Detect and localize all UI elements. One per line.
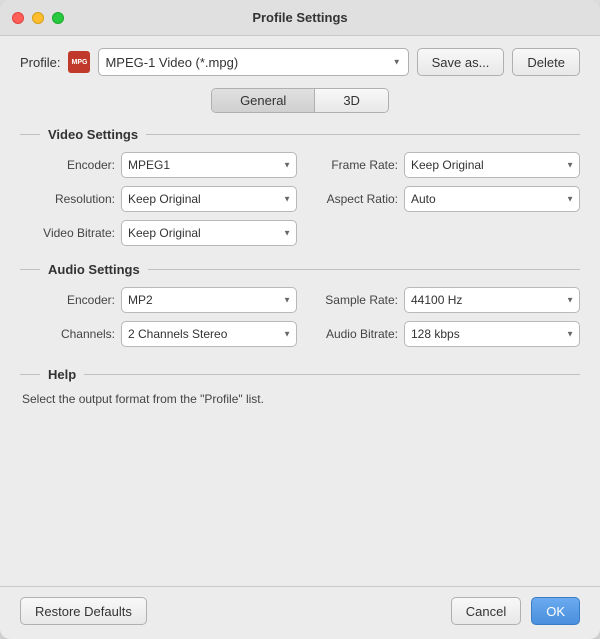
tab-group: General 3D <box>211 88 389 113</box>
audio-encoder-select[interactable]: MP2 MP3 AAC <box>121 287 297 313</box>
cancel-button[interactable]: Cancel <box>451 597 521 625</box>
audio-bitrate-field: Audio Bitrate: 128 kbps 64 kbps 192 kbps… <box>313 321 580 347</box>
aspect-ratio-label: Aspect Ratio: <box>313 192 398 206</box>
help-text: Select the output format from the "Profi… <box>20 392 580 406</box>
audio-settings-section: Audio Settings Encoder: MP2 MP3 AAC <box>20 262 580 347</box>
traffic-lights <box>12 12 64 24</box>
frame-rate-label: Frame Rate: <box>313 158 398 172</box>
help-section: Help Select the output format from the "… <box>20 367 580 574</box>
video-settings-grid: Encoder: MPEG1 MPEG2 MPEG4 H.264 Frame R… <box>20 152 580 246</box>
minimize-button[interactable] <box>32 12 44 24</box>
profile-dropdown-wrapper: MPEG-1 Video (*.mpg) <box>98 48 408 76</box>
footer: Restore Defaults Cancel OK <box>0 586 600 639</box>
window-title: Profile Settings <box>252 10 347 25</box>
frame-rate-select-wrapper: Keep Original 24 fps 25 fps 30 fps <box>404 152 580 178</box>
delete-button[interactable]: Delete <box>512 48 580 76</box>
maximize-button[interactable] <box>52 12 64 24</box>
audio-encoder-label: Encoder: <box>30 293 115 307</box>
aspect-ratio-field: Aspect Ratio: Auto 4:3 16:9 <box>313 186 580 212</box>
resolution-field: Resolution: Keep Original 640x480 1280x7… <box>30 186 297 212</box>
section-line-right <box>146 134 580 135</box>
aspect-ratio-select[interactable]: Auto 4:3 16:9 <box>404 186 580 212</box>
encoder-field: Encoder: MPEG1 MPEG2 MPEG4 H.264 <box>30 152 297 178</box>
encoder-select-wrapper: MPEG1 MPEG2 MPEG4 H.264 <box>121 152 297 178</box>
tab-3d[interactable]: 3D <box>315 89 388 112</box>
resolution-select-wrapper: Keep Original 640x480 1280x720 <box>121 186 297 212</box>
video-bitrate-field: Video Bitrate: Keep Original 500 kbps 10… <box>30 220 297 246</box>
audio-section-line-left <box>20 269 40 270</box>
sample-rate-label: Sample Rate: <box>313 293 398 307</box>
resolution-select[interactable]: Keep Original 640x480 1280x720 <box>121 186 297 212</box>
video-bitrate-select[interactable]: Keep Original 500 kbps 1000 kbps 2000 kb… <box>121 220 297 246</box>
audio-settings-grid: Encoder: MP2 MP3 AAC Sample Rate: 44100 … <box>20 287 580 347</box>
profile-row: Profile: MPG MPEG-1 Video (*.mpg) Save a… <box>20 48 580 76</box>
channels-label: Channels: <box>30 327 115 341</box>
restore-defaults-button[interactable]: Restore Defaults <box>20 597 147 625</box>
audio-encoder-field: Encoder: MP2 MP3 AAC <box>30 287 297 313</box>
content-area: Profile: MPG MPEG-1 Video (*.mpg) Save a… <box>0 36 600 586</box>
sample-rate-field: Sample Rate: 44100 Hz 22050 Hz 48000 Hz <box>313 287 580 313</box>
video-bitrate-label: Video Bitrate: <box>30 226 115 240</box>
empty-cell <box>313 220 580 246</box>
footer-right-buttons: Cancel OK <box>451 597 580 625</box>
ok-button[interactable]: OK <box>531 597 580 625</box>
profile-select[interactable]: MPEG-1 Video (*.mpg) <box>98 48 408 76</box>
tabs-container: General 3D <box>20 88 580 113</box>
help-line-left <box>20 374 40 375</box>
profile-settings-window: Profile Settings Profile: MPG MPEG-1 Vid… <box>0 0 600 639</box>
close-button[interactable] <box>12 12 24 24</box>
title-bar: Profile Settings <box>0 0 600 36</box>
sample-rate-select-wrapper: 44100 Hz 22050 Hz 48000 Hz <box>404 287 580 313</box>
audio-section-line-right <box>148 269 580 270</box>
save-as-button[interactable]: Save as... <box>417 48 505 76</box>
video-settings-title: Video Settings <box>48 127 138 142</box>
resolution-label: Resolution: <box>30 192 115 206</box>
profile-label: Profile: <box>20 55 60 70</box>
video-bitrate-select-wrapper: Keep Original 500 kbps 1000 kbps 2000 kb… <box>121 220 297 246</box>
audio-settings-title: Audio Settings <box>48 262 140 277</box>
encoder-select[interactable]: MPEG1 MPEG2 MPEG4 H.264 <box>121 152 297 178</box>
aspect-ratio-select-wrapper: Auto 4:3 16:9 <box>404 186 580 212</box>
profile-icon: MPG <box>68 51 90 73</box>
channels-field: Channels: 2 Channels Stereo 1 Channel Mo… <box>30 321 297 347</box>
help-header: Help <box>20 367 580 382</box>
tab-general[interactable]: General <box>212 89 315 112</box>
frame-rate-field: Frame Rate: Keep Original 24 fps 25 fps … <box>313 152 580 178</box>
frame-rate-select[interactable]: Keep Original 24 fps 25 fps 30 fps <box>404 152 580 178</box>
sample-rate-select[interactable]: 44100 Hz 22050 Hz 48000 Hz <box>404 287 580 313</box>
audio-bitrate-select-wrapper: 128 kbps 64 kbps 192 kbps 256 kbps <box>404 321 580 347</box>
audio-encoder-select-wrapper: MP2 MP3 AAC <box>121 287 297 313</box>
video-settings-header: Video Settings <box>20 127 580 142</box>
help-line-right <box>84 374 580 375</box>
help-title: Help <box>48 367 76 382</box>
audio-bitrate-label: Audio Bitrate: <box>313 327 398 341</box>
channels-select-wrapper: 2 Channels Stereo 1 Channel Mono 6 Chann… <box>121 321 297 347</box>
encoder-label: Encoder: <box>30 158 115 172</box>
channels-select[interactable]: 2 Channels Stereo 1 Channel Mono 6 Chann… <box>121 321 297 347</box>
audio-bitrate-select[interactable]: 128 kbps 64 kbps 192 kbps 256 kbps <box>404 321 580 347</box>
section-line-left <box>20 134 40 135</box>
video-settings-section: Video Settings Encoder: MPEG1 MPEG2 MPEG… <box>20 127 580 246</box>
audio-settings-header: Audio Settings <box>20 262 580 277</box>
